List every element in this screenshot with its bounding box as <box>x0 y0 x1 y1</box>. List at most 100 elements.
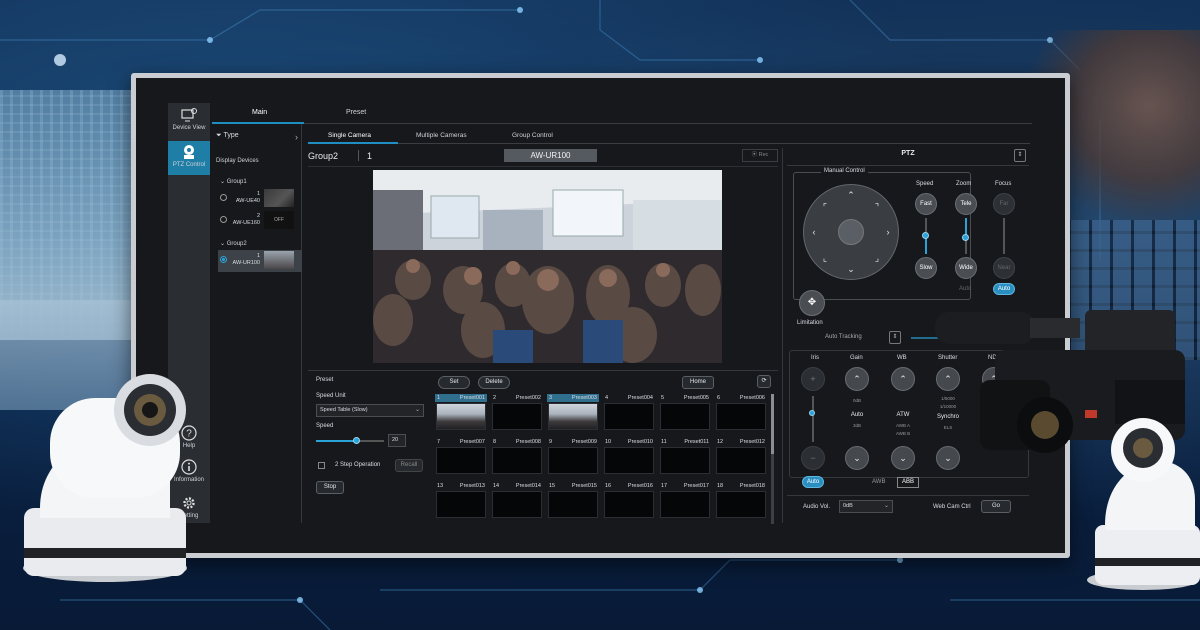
arrow-down-right-icon[interactable]: ⌟ <box>870 251 884 265</box>
go-button[interactable]: Go <box>981 500 1011 513</box>
device-item[interactable]: 2 AW-UE160 OFF <box>218 210 302 232</box>
delete-button[interactable]: Delete <box>478 376 510 389</box>
speed-slider-knob[interactable] <box>353 437 361 444</box>
arrow-left-icon[interactable]: ‹ <box>807 225 821 239</box>
gain-down-button[interactable]: ⌄ <box>845 446 869 470</box>
near-button[interactable]: Near <box>993 257 1015 279</box>
arrow-up-left-icon[interactable]: ⌜ <box>818 200 832 214</box>
device-item-selected[interactable]: 1 AW-UR100 <box>218 250 302 272</box>
abb-button[interactable]: ABB <box>897 477 919 488</box>
preset-name: Preset011 <box>684 439 709 445</box>
arrow-up-icon[interactable]: ⌃ <box>844 188 858 202</box>
tab-single-camera[interactable]: Single Camera <box>328 132 371 139</box>
preset-cell[interactable]: 6 Preset006 <box>715 394 767 434</box>
audio-vol-select[interactable]: 0dB ⌄ <box>839 500 893 513</box>
focus-auto-button[interactable]: Auto <box>993 283 1015 295</box>
preset-cell[interactable]: 10 Preset010 <box>603 438 655 478</box>
preset-cell[interactable]: 1 Preset001 <box>435 394 487 434</box>
camera-preview-video[interactable] <box>373 170 722 363</box>
recall-button[interactable]: Recall <box>395 459 423 472</box>
iris-down-button[interactable]: − <box>801 446 825 470</box>
preset-cell[interactable]: 12 Preset012 <box>715 438 767 478</box>
wb-down-button[interactable]: ⌄ <box>891 446 915 470</box>
type-filter[interactable]: ⏷ Type › <box>216 132 298 142</box>
slow-button[interactable]: Slow <box>915 257 937 279</box>
preset-thumbnail <box>436 403 486 430</box>
awb-button[interactable]: AWB <box>872 479 885 485</box>
set-button[interactable]: Set <box>438 376 470 389</box>
collapse-toggle[interactable]: ⇕ <box>1014 149 1026 162</box>
stop-button[interactable]: Stop <box>316 481 344 494</box>
two-step-checkbox[interactable] <box>318 462 325 469</box>
tab-preset[interactable]: Preset <box>346 109 366 116</box>
preset-cell-label: 16 Preset016 <box>603 482 655 490</box>
preset-cell[interactable]: 9 Preset009 <box>547 438 599 478</box>
preset-cell[interactable]: 13 Preset013 <box>435 482 487 522</box>
nav-device-view[interactable]: Device View <box>168 107 210 137</box>
home-button[interactable]: Home <box>682 376 714 389</box>
wb-up-button[interactable]: ⌃ <box>891 367 915 391</box>
preset-cell[interactable]: 11 Preset011 <box>659 438 711 478</box>
preset-cell[interactable]: 16 Preset016 <box>603 482 655 522</box>
preset-cell[interactable]: 5 Preset005 <box>659 394 711 434</box>
speed-slider-knob[interactable] <box>922 232 929 239</box>
zoom-slider-knob[interactable] <box>962 234 969 241</box>
radio-button[interactable] <box>220 194 227 201</box>
radio-button[interactable] <box>220 216 227 223</box>
tab-group-control[interactable]: Group Control <box>512 132 553 139</box>
iris-slider-track[interactable] <box>812 396 814 442</box>
preset-number: 2 <box>493 395 497 401</box>
active-tab-indicator <box>308 142 398 144</box>
wb-label: WB <box>897 355 907 361</box>
preset-name: Preset002 <box>515 395 541 401</box>
preset-number: 18 <box>717 483 724 489</box>
limitation-button[interactable]: ✥ <box>799 290 825 316</box>
device-item[interactable]: 1 AW-UE40 <box>218 188 302 210</box>
device-name: 1 AW-UE40 <box>235 191 260 204</box>
refresh-button[interactable]: ⟳ <box>757 375 771 388</box>
preset-cell[interactable]: 18 Preset018 <box>715 482 767 522</box>
preset-cell[interactable]: 4 Preset004 <box>603 394 655 434</box>
fast-button[interactable]: Fast <box>915 193 937 215</box>
preset-thumbnail <box>492 447 542 474</box>
tele-button[interactable]: Tele <box>955 193 977 215</box>
far-button[interactable]: Far <box>993 193 1015 215</box>
ptz-title: PTZ <box>901 150 915 157</box>
preset-cell[interactable]: 7 Preset007 <box>435 438 487 478</box>
minus-icon: − <box>810 453 816 463</box>
arrow-up-right-icon[interactable]: ⌝ <box>870 200 884 214</box>
rec-button[interactable]: ⦿ Rec <box>742 149 778 162</box>
arrow-right-icon[interactable]: › <box>881 225 895 239</box>
iris-auto-button[interactable]: Auto <box>802 476 824 488</box>
preset-number: 15 <box>549 483 556 489</box>
preset-cell[interactable]: 8 Preset008 <box>491 438 543 478</box>
group-label[interactable]: ⌄ Group1 <box>220 178 247 185</box>
group-label[interactable]: ⌄ Group2 <box>220 240 247 247</box>
nav-ptz-control[interactable]: PTZ Control <box>168 141 210 175</box>
scrollbar-thumb[interactable] <box>771 394 774 454</box>
wide-button[interactable]: Wide <box>955 257 977 279</box>
speed-value-box[interactable]: 20 <box>388 434 406 447</box>
auto-tracking-toggle[interactable]: ⇕ <box>889 331 901 344</box>
gain-up-button[interactable]: ⌃ <box>845 367 869 391</box>
arrow-down-left-icon[interactable]: ⌞ <box>818 251 832 265</box>
divider <box>787 165 1029 166</box>
preset-cell[interactable]: 15 Preset015 <box>547 482 599 522</box>
preset-cell-label: 18 Preset018 <box>715 482 767 490</box>
preset-cell[interactable]: 14 Preset014 <box>491 482 543 522</box>
iris-up-button[interactable]: + <box>801 367 825 391</box>
pan-tilt-center[interactable] <box>838 219 864 245</box>
iris-slider-knob[interactable] <box>809 410 815 416</box>
tab-main[interactable]: Main <box>252 109 267 116</box>
arrow-down-icon[interactable]: ⌄ <box>844 262 858 276</box>
radio-button[interactable] <box>220 256 227 263</box>
gain-value: Auto <box>850 412 864 418</box>
speed-unit-select[interactable]: Speed Table (Slow) ⌄ <box>316 404 424 417</box>
focus-slider-track[interactable] <box>1003 218 1005 254</box>
preset-cell[interactable]: 3 Preset003 <box>547 394 599 434</box>
tab-multiple-cameras[interactable]: Multiple Cameras <box>416 132 467 139</box>
preset-cell[interactable]: 17 Preset017 <box>659 482 711 522</box>
camera-name-badge: AW-UR100 <box>504 149 597 162</box>
preset-cell[interactable]: 2 Preset002 <box>491 394 543 434</box>
preset-scrollbar[interactable] <box>771 394 774 524</box>
